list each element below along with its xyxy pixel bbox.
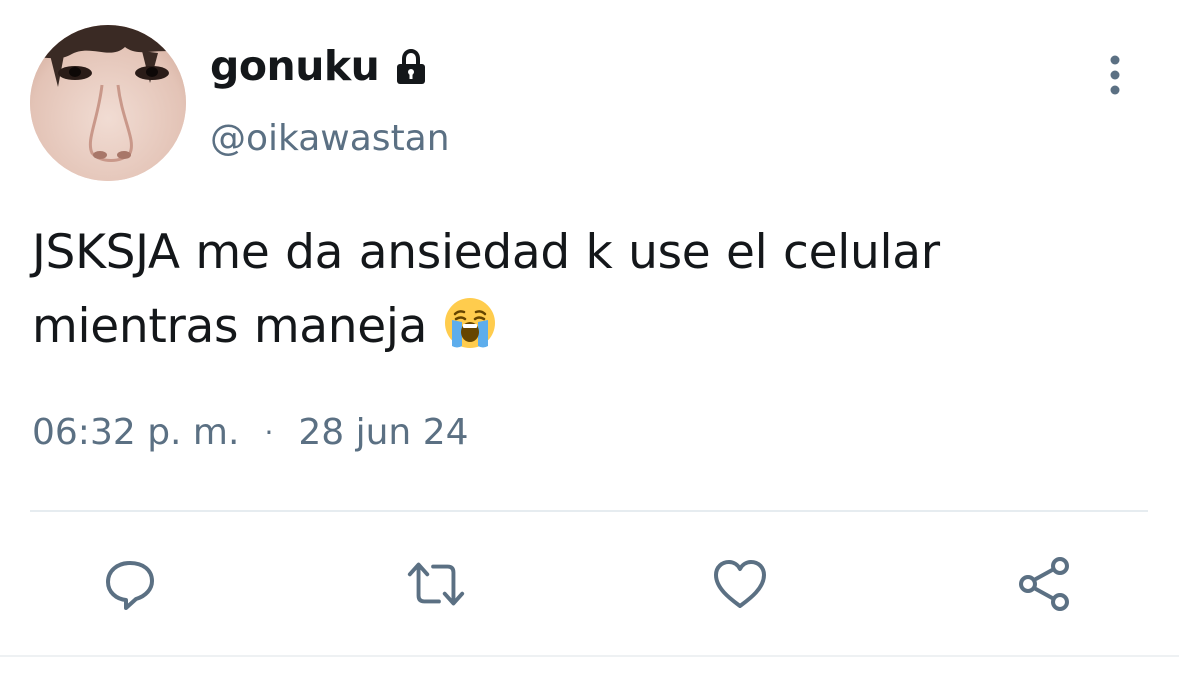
share-icon xyxy=(1019,557,1069,611)
retweet-icon xyxy=(407,562,465,606)
author-display-name[interactable]: gonuku xyxy=(210,46,431,87)
tweet-date: 28 jun 24 xyxy=(298,412,469,453)
tweet-time: 06:32 p. m. xyxy=(32,412,240,453)
avatar-photo xyxy=(30,25,186,181)
bottom-divider xyxy=(0,655,1179,657)
tweet-text-line-2-text: mientras maneja xyxy=(32,299,428,354)
author-handle[interactable]: @oikawastan xyxy=(210,121,450,157)
share-button[interactable] xyxy=(1012,552,1076,616)
divider xyxy=(30,510,1148,512)
avatar[interactable] xyxy=(30,25,186,181)
reply-button[interactable] xyxy=(98,552,162,616)
more-vertical-icon xyxy=(1110,55,1120,95)
display-name-text: gonuku xyxy=(210,42,380,90)
lock-icon xyxy=(391,47,431,87)
like-button[interactable] xyxy=(708,552,772,616)
more-options-button[interactable] xyxy=(1092,52,1138,98)
reply-icon xyxy=(106,561,154,610)
tweet-timestamp: 06:32 p. m. · 28 jun 24 xyxy=(32,415,469,451)
tweet-text-line-1: JSKSJA me da ansiedad k use el celular xyxy=(32,225,940,280)
like-icon xyxy=(714,560,766,608)
tweet-text-line-2: mientras maneja xyxy=(32,290,1142,364)
retweet-button[interactable] xyxy=(404,552,468,616)
tweet-text: JSKSJA me da ansiedad k use el celular m… xyxy=(32,216,1142,364)
loudly-crying-face-icon xyxy=(443,296,497,350)
meta-separator: · xyxy=(264,416,274,449)
